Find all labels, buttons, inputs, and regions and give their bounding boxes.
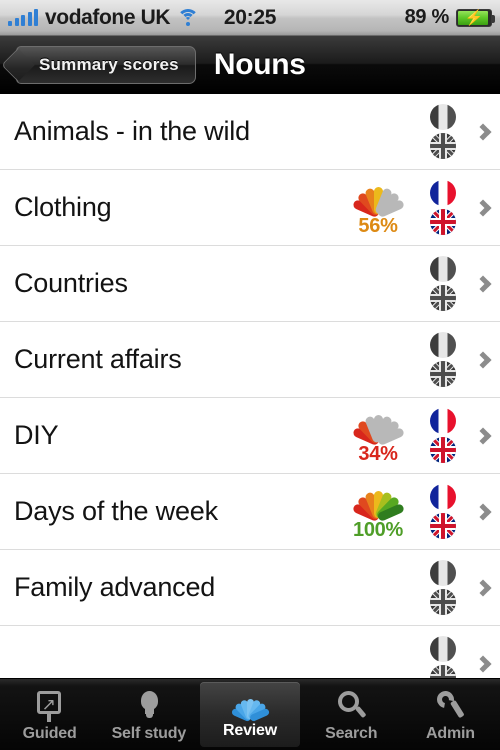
status-bar: vodafone UK 20:25 89 % ⚡ [0, 0, 500, 36]
chevron-right-icon [474, 199, 492, 216]
chevron-right-icon [474, 123, 492, 140]
disclosure-chevron[interactable] [466, 123, 500, 140]
lightbulb-icon [132, 690, 166, 722]
review-petals-icon [230, 693, 270, 723]
battery-charging-icon: ⚡ [456, 8, 495, 27]
category-list[interactable]: Animals - in the wild Clothing 56% Countrie… [0, 94, 500, 678]
language-flags [420, 560, 466, 615]
status-bar-right: 89 % ⚡ [405, 6, 500, 29]
wifi-icon [177, 9, 200, 26]
tab-label: Review [223, 722, 277, 739]
list-item-score: 100% [338, 482, 418, 542]
uk-flag-icon [430, 665, 456, 678]
language-flags [420, 484, 466, 539]
score-percent: 34% [358, 442, 398, 465]
score-gauge [342, 178, 414, 218]
uk-flag-icon [430, 437, 456, 463]
chevron-right-icon [474, 351, 492, 368]
search-icon [334, 690, 368, 722]
uk-flag-icon [430, 589, 456, 615]
tab-label: Admin [426, 725, 475, 742]
list-item[interactable]: Clothing 56% [0, 170, 500, 246]
french-flag-icon [430, 408, 456, 434]
language-flags [420, 332, 466, 387]
tab-review[interactable]: Review [200, 682, 300, 747]
language-flags [420, 104, 466, 159]
chevron-right-icon [474, 655, 492, 672]
signal-strength-icon [8, 8, 38, 26]
status-bar-left: vodafone UK [0, 5, 200, 30]
list-item[interactable]: Animals - in the wild [0, 94, 500, 170]
french-flag-icon [430, 180, 456, 206]
list-item-label: Clothing [14, 192, 112, 222]
list-item-label: Animals - in the wild [14, 116, 250, 146]
list-item[interactable]: DIY 34% [0, 398, 500, 474]
language-flags [420, 636, 466, 678]
chevron-right-icon [474, 503, 492, 520]
list-item-score: 56% [338, 178, 418, 238]
list-item-label: Family advanced [14, 572, 216, 602]
clock: 20:25 [223, 5, 277, 29]
french-flag-icon [430, 560, 456, 586]
tab-admin[interactable]: Admin [401, 679, 500, 750]
list-item-label: Current affairs [14, 344, 182, 374]
list-item-label: DIY [14, 420, 59, 450]
language-flags [420, 180, 466, 235]
tab-search[interactable]: Search [302, 679, 401, 750]
uk-flag-icon [430, 285, 456, 311]
score-gauge [342, 406, 414, 446]
tab-guided[interactable]: ↗ Guided [0, 679, 99, 750]
disclosure-chevron[interactable] [466, 351, 500, 368]
uk-flag-icon [430, 361, 456, 387]
disclosure-chevron[interactable] [466, 503, 500, 520]
wrench-icon [433, 687, 467, 722]
language-flags [420, 256, 466, 311]
list-item-score: 34% [338, 406, 418, 466]
tab-label: Search [325, 725, 378, 742]
list-item[interactable]: Current affairs [0, 322, 500, 398]
list-item-label: Countries [14, 268, 128, 298]
tab-self-study[interactable]: Self study [99, 679, 198, 750]
list-item[interactable]: Days of the week 100% [0, 474, 500, 550]
score-percent: 56% [358, 214, 398, 237]
score-percent: 100% [353, 518, 403, 541]
list-item[interactable]: Family advanced [0, 550, 500, 626]
disclosure-chevron[interactable] [466, 199, 500, 216]
back-arrow-icon [1, 47, 35, 82]
disclosure-chevron[interactable] [466, 427, 500, 444]
uk-flag-icon [430, 133, 456, 159]
list-item-label: Days of the week [14, 496, 218, 526]
battery-percent: 89 % [404, 6, 450, 28]
list-item[interactable] [0, 626, 500, 678]
back-button[interactable]: Summary scores [1, 45, 196, 84]
tab-label: Self study [111, 725, 187, 742]
disclosure-chevron[interactable] [466, 579, 500, 596]
tab-bar: ↗ Guided Self study Review Search Admin [0, 678, 500, 750]
carrier-name: vodafone UK [45, 5, 171, 29]
list-item[interactable]: Countries [0, 246, 500, 322]
french-flag-icon [430, 104, 456, 130]
chevron-right-icon [474, 275, 492, 292]
french-flag-icon [430, 636, 456, 662]
disclosure-chevron[interactable] [466, 275, 500, 292]
french-flag-icon [430, 332, 456, 358]
chevron-right-icon [474, 579, 492, 596]
french-flag-icon [430, 484, 456, 510]
uk-flag-icon [430, 513, 456, 539]
disclosure-chevron[interactable] [466, 655, 500, 672]
navigation-bar: Summary scores Nouns [0, 36, 500, 94]
back-button-label: Summary scores [39, 54, 179, 74]
tab-label: Guided [22, 725, 77, 742]
app-screen: vodafone UK 20:25 89 % ⚡ Summary scores … [0, 0, 500, 750]
chevron-right-icon [474, 427, 492, 444]
score-gauge [342, 482, 414, 522]
guided-arrow-icon: ↗ [33, 690, 67, 722]
uk-flag-icon [430, 209, 456, 235]
page-title: Nouns [213, 47, 306, 81]
language-flags [420, 408, 466, 463]
french-flag-icon [430, 256, 456, 282]
